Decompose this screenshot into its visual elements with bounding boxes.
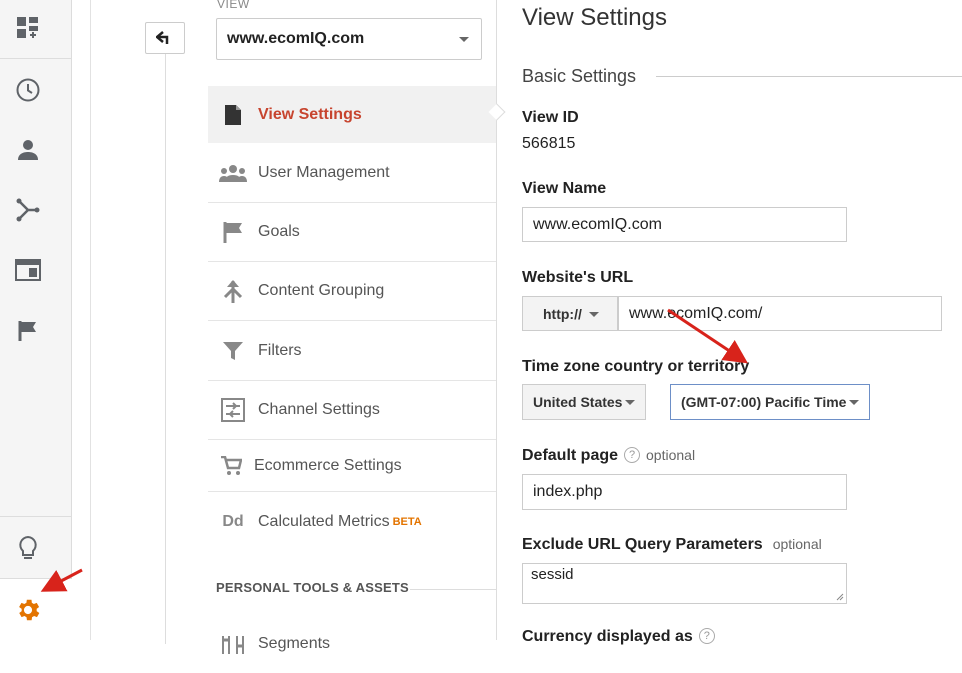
annotation-arrow-timezone bbox=[667, 308, 748, 364]
annotation-overlay bbox=[40, 308, 748, 592]
annotation-arrow-gear bbox=[40, 568, 83, 592]
